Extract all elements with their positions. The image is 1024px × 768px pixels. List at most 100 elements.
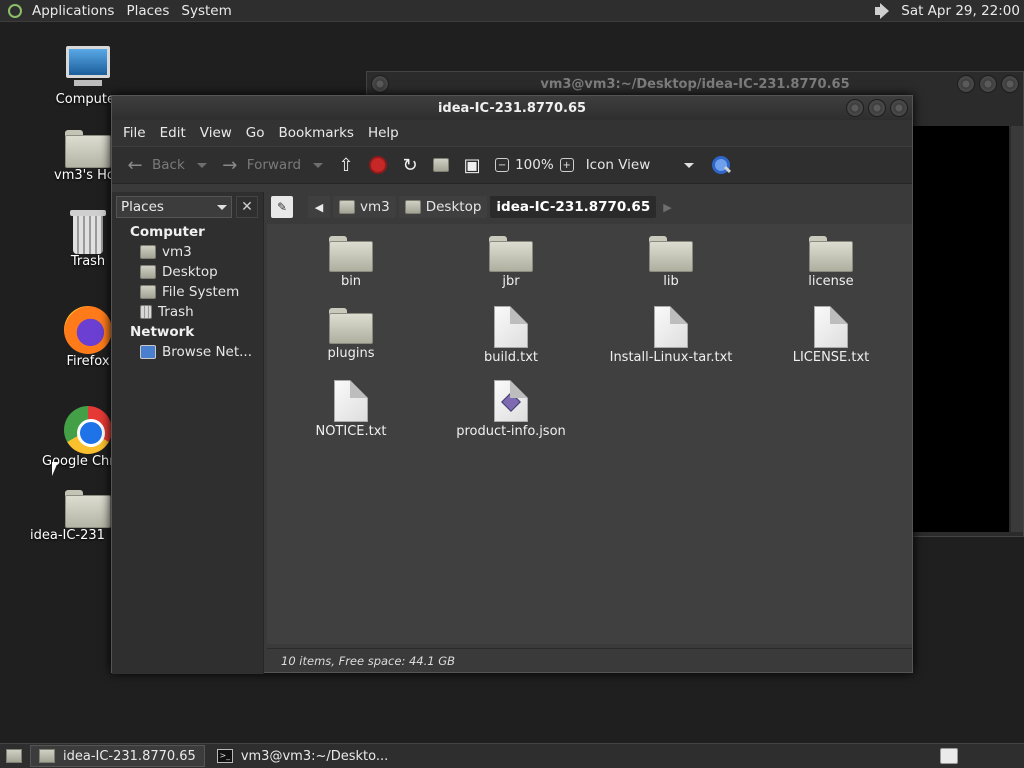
bottom-panel: idea-IC-231.8770.65 >_ vm3@vm3:~/Deskto.… xyxy=(0,743,1024,768)
speaker-icon[interactable] xyxy=(873,2,893,20)
sidebar-close-button[interactable]: ✕ xyxy=(236,196,258,218)
file-item-product-info-json[interactable]: product-info.json xyxy=(441,380,581,439)
json-file-icon xyxy=(494,380,528,422)
taskbar-item-file-manager[interactable]: idea-IC-231.8770.65 xyxy=(30,745,205,767)
file-item-license-txt[interactable]: LICENSE.txt xyxy=(761,306,901,365)
taskbar-item-label: vm3@vm3:~/Deskto... xyxy=(240,748,389,764)
terminal-menu-button[interactable] xyxy=(371,75,389,93)
breadcrumb-vm3[interactable]: vm3 xyxy=(333,196,396,218)
menubar: File Edit View Go Bookmarks Help xyxy=(112,120,912,146)
sidebar-item-trash[interactable]: Trash xyxy=(140,304,194,320)
back-label: Back xyxy=(152,157,185,173)
file-item-bin[interactable]: bin xyxy=(281,236,421,289)
close-icon[interactable] xyxy=(1001,75,1019,93)
mouse-cursor-icon xyxy=(52,462,58,476)
forward-label: Forward xyxy=(246,157,302,173)
menu-file[interactable]: File xyxy=(116,125,153,141)
window-menu-icon[interactable] xyxy=(371,75,389,93)
sidebar-item-label: Trash xyxy=(158,304,194,320)
panel-tray: Sat Apr 29, 22:00 xyxy=(873,2,1024,20)
file-name: Install-Linux-tar.txt xyxy=(609,350,733,365)
sidebar-item-vm3[interactable]: vm3 xyxy=(140,244,192,260)
folder-icon xyxy=(649,236,693,272)
terminal-scrollbar[interactable] xyxy=(1011,126,1023,532)
file-item-build-txt[interactable]: build.txt xyxy=(441,306,581,365)
menu-edit[interactable]: Edit xyxy=(153,125,193,141)
view-mode-select[interactable]: Icon View xyxy=(582,150,702,180)
back-history-dropdown[interactable] xyxy=(196,162,207,168)
file-manager-window[interactable]: idea-IC-231.8770.65 File Edit View Go Bo… xyxy=(111,95,913,674)
file-manager-titlebar[interactable]: idea-IC-231.8770.65 xyxy=(112,96,912,120)
file-item-plugins[interactable]: plugins xyxy=(281,308,421,361)
path-scroll-right-button[interactable]: ▶ xyxy=(663,201,671,214)
menu-go[interactable]: Go xyxy=(239,125,272,141)
up-button[interactable]: ⇧ xyxy=(331,150,361,180)
back-button[interactable]: ← Back xyxy=(120,150,189,180)
sidebar-item-file-system[interactable]: File System xyxy=(140,284,239,300)
sidebar-item-label: vm3 xyxy=(162,244,192,260)
location-edit-button[interactable]: ✎ xyxy=(271,196,293,218)
desktop-icon xyxy=(140,265,156,279)
taskbar-item-label: idea-IC-231.8770.65 xyxy=(63,748,196,764)
gnome-foot-icon[interactable] xyxy=(4,0,26,22)
terminal-title: vm3@vm3:~/Desktop/idea-IC-231.8770.65 xyxy=(540,76,850,92)
file-item-lib[interactable]: lib xyxy=(601,236,741,289)
computer-icon: ▣ xyxy=(463,154,481,176)
folder-icon xyxy=(489,236,533,272)
sidebar-item-label: Desktop xyxy=(162,264,218,280)
top-panel: Applications Places System Sat Apr 29, 2… xyxy=(0,0,1024,22)
forward-history-dropdown[interactable] xyxy=(313,162,324,168)
chevron-down-icon xyxy=(217,204,227,210)
chrome-icon xyxy=(64,406,112,454)
pencil-icon: ✎ xyxy=(276,200,288,214)
breadcrumb-label: idea-IC-231.8770.65 xyxy=(496,199,651,215)
terminal-titlebar[interactable]: vm3@vm3:~/Desktop/idea-IC-231.8770.65 xyxy=(367,72,1023,96)
close-icon: ✕ xyxy=(241,199,253,215)
stop-icon xyxy=(369,156,388,174)
minimize-icon[interactable] xyxy=(846,99,864,117)
menu-applications[interactable]: Applications xyxy=(26,3,120,19)
path-scroll-left-button[interactable]: ◀ xyxy=(308,196,330,218)
sidebar-item-browse-network[interactable]: Browse Net... xyxy=(140,344,252,360)
zoom-in-icon[interactable]: + xyxy=(559,158,574,172)
breadcrumb-current[interactable]: idea-IC-231.8770.65 xyxy=(490,196,657,218)
menu-places[interactable]: Places xyxy=(120,3,175,19)
stop-button[interactable] xyxy=(365,150,391,180)
menu-system[interactable]: System xyxy=(175,3,237,19)
forward-arrow-icon: → xyxy=(222,154,238,176)
text-file-icon xyxy=(334,380,368,422)
taskbar-item-terminal[interactable]: >_ vm3@vm3:~/Deskto... xyxy=(209,745,396,767)
close-icon[interactable] xyxy=(890,99,908,117)
maximize-icon[interactable] xyxy=(979,75,997,93)
maximize-icon[interactable] xyxy=(868,99,886,117)
menu-help[interactable]: Help xyxy=(361,125,406,141)
file-item-jbr[interactable]: jbr xyxy=(441,236,581,289)
search-button[interactable] xyxy=(706,150,736,180)
minimize-icon[interactable] xyxy=(957,75,975,93)
menu-view[interactable]: View xyxy=(193,125,239,141)
sidebar-selector[interactable]: Places xyxy=(116,196,232,218)
terminal-content[interactable] xyxy=(913,126,1009,532)
computer-button[interactable]: ▣ xyxy=(457,150,487,180)
file-item-notice-txt[interactable]: NOTICE.txt xyxy=(281,380,421,439)
breadcrumb-desktop[interactable]: Desktop xyxy=(398,196,488,218)
show-desktop-button[interactable] xyxy=(2,746,26,766)
sidebar-section-network: Network xyxy=(130,324,195,340)
home-icon xyxy=(433,158,450,172)
icon-view[interactable]: bin jbr lib license plugins build.txt In… xyxy=(267,224,912,644)
file-item-license[interactable]: license xyxy=(761,236,901,289)
trash-icon xyxy=(70,210,106,254)
file-name: jbr xyxy=(502,274,520,289)
reload-button[interactable]: ↻ xyxy=(395,150,425,180)
zoom-out-icon[interactable]: − xyxy=(495,158,510,172)
file-item-install-linux-tar-txt[interactable]: Install-Linux-tar.txt xyxy=(601,306,741,365)
home-folder-icon xyxy=(65,130,111,168)
home-icon xyxy=(140,245,156,259)
forward-button[interactable]: → Forward xyxy=(215,150,305,180)
breadcrumb-label: vm3 xyxy=(360,199,390,215)
clock[interactable]: Sat Apr 29, 22:00 xyxy=(901,3,1020,19)
home-button[interactable] xyxy=(429,150,453,180)
sidebar-item-desktop[interactable]: Desktop xyxy=(140,264,218,280)
menu-bookmarks[interactable]: Bookmarks xyxy=(272,125,361,141)
workspace-switcher[interactable] xyxy=(940,748,958,764)
